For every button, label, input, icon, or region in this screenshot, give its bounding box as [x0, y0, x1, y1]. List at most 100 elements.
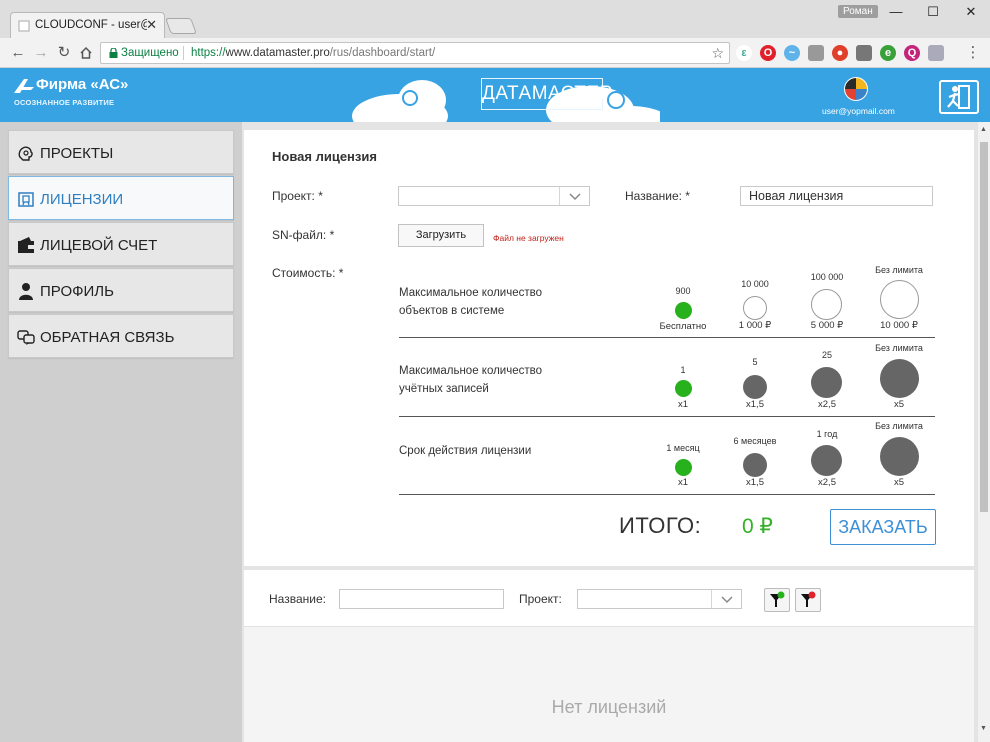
address-bar[interactable]: Защищено https://www.datamaster.pro/rus/…	[100, 42, 730, 64]
choice-duration-1-year[interactable]	[811, 445, 842, 476]
extension-box-icon[interactable]	[808, 45, 824, 61]
choice-bottom-label: Бесплатно	[659, 321, 707, 332]
url-text: https://www.datamaster.pro/rus/dashboard…	[191, 47, 435, 59]
choice-top-label: 25	[821, 350, 832, 360]
extension-camera-icon[interactable]	[856, 45, 872, 61]
project-label: Проект: *	[272, 189, 323, 203]
total-value: 0 ₽	[742, 515, 773, 538]
choice-accounts-25[interactable]	[811, 367, 842, 398]
back-icon[interactable]: ←	[9, 44, 27, 62]
forward-icon[interactable]: →	[32, 44, 50, 62]
reload-icon[interactable]: ↻	[55, 44, 73, 62]
name-input[interactable]: Новая лицензия	[740, 186, 933, 206]
extension-red-icon[interactable]: ●	[832, 45, 848, 61]
filter-reset-button[interactable]	[795, 588, 821, 612]
sidebar-item-feedback[interactable]: ОБРАТНАЯ СВЯЗЬ	[8, 314, 234, 358]
extension-edit-icon[interactable]	[928, 45, 944, 61]
filter-apply-button[interactable]	[764, 588, 790, 612]
choice-bottom-label: x2,5	[818, 477, 836, 488]
choice-objects-unlimited[interactable]	[880, 280, 919, 319]
extension-leaf-icon[interactable]: ε	[736, 45, 752, 61]
choice-objects-900[interactable]	[675, 302, 692, 319]
choice-bottom-label: x1	[677, 477, 689, 488]
cost-label: Стоимость: *	[272, 266, 344, 280]
product-logo[interactable]: ДАТАМАСТЕР	[481, 78, 612, 110]
option-objects-description: Максимальное количество объектов в систе…	[399, 284, 542, 320]
choice-duration-1-month[interactable]	[675, 459, 692, 476]
tab-close-icon[interactable]: ✕	[146, 17, 157, 33]
tab-title: CLOUDCONF - user@yop	[35, 19, 147, 31]
sidebar-item-profile[interactable]: ПРОФИЛЬ	[8, 268, 234, 312]
maximize-icon[interactable]: ☐	[924, 5, 942, 19]
exit-icon	[947, 85, 970, 109]
avatar[interactable]	[843, 76, 869, 102]
secure-label: Защищено	[121, 47, 179, 59]
divider	[399, 337, 935, 338]
extension-evernote-icon[interactable]: e	[880, 45, 896, 61]
scroll-up-icon[interactable]: ▲	[980, 126, 987, 133]
browser-titlebar: CLOUDCONF - user@yop ✕ Роман — ☐ ✕	[0, 0, 990, 38]
filter-reset-icon	[801, 591, 816, 607]
choice-accounts-1[interactable]	[675, 380, 692, 397]
choice-accounts-unlimited[interactable]	[880, 359, 919, 398]
chat-icon	[17, 330, 35, 345]
window-close-icon[interactable]: ✕	[962, 5, 980, 19]
choice-top-label: 10 000	[741, 279, 769, 289]
logout-button[interactable]	[939, 80, 979, 114]
choice-bottom-label: x1,5	[746, 399, 764, 410]
choice-top-label: Без лимита	[875, 265, 923, 275]
filter-project-select[interactable]	[577, 589, 742, 609]
page-scrollbar[interactable]: ▲ ▼	[977, 122, 990, 742]
new-tab-button[interactable]	[165, 18, 197, 34]
url-host: www.datamaster.pro	[225, 47, 330, 59]
choice-duration-unlimited[interactable]	[880, 437, 919, 476]
license-icon	[18, 192, 34, 207]
star-icon[interactable]: ☆	[711, 45, 724, 62]
sidebar: ПРОЕКТЫ ЛИЦЕНЗИИ ЛИЦЕВОЙ СЧЕТ ПРОФИЛЬ ОБ…	[0, 122, 242, 742]
choice-top-label: 1 месяц	[666, 443, 700, 453]
browser-toolbar: ← → ↻ Защищено https://www.datamaster.pr…	[0, 38, 990, 68]
sn-file-label: SN-файл: *	[272, 228, 335, 242]
divider	[399, 416, 935, 417]
company-name[interactable]: Фирма «АС»	[36, 76, 128, 93]
order-button[interactable]: ЗАКАЗАТЬ	[830, 509, 936, 545]
home-icon[interactable]	[77, 44, 95, 62]
choice-bottom-label: x1	[677, 399, 689, 410]
browser-tab[interactable]: CLOUDCONF - user@yop ✕	[10, 12, 165, 38]
choice-duration-6-months[interactable]	[743, 453, 767, 477]
option-desc-line: Максимальное количество	[399, 287, 542, 299]
chevron-down-icon	[711, 590, 741, 608]
menu-icon[interactable]: ⋮	[964, 44, 982, 62]
minimize-icon[interactable]: —	[887, 5, 905, 19]
app-header: Фирма «АС» ОСОЗНАННОЕ РАЗВИТИЕ ДАТАМАСТЕ…	[0, 68, 990, 122]
scroll-thumb[interactable]	[980, 142, 988, 512]
user-icon	[19, 283, 33, 300]
choice-objects-10000[interactable]	[743, 296, 767, 320]
extension-opera-icon[interactable]: O	[760, 45, 776, 61]
user-email[interactable]: user@yopmail.com	[822, 106, 895, 116]
lock-icon	[109, 48, 118, 58]
choice-bottom-label: 1 000 ₽	[738, 320, 772, 331]
sidebar-item-label: ОБРАТНАЯ СВЯЗЬ	[40, 329, 175, 346]
upload-button[interactable]: Загрузить	[398, 224, 484, 247]
choice-accounts-5[interactable]	[743, 375, 767, 399]
sidebar-item-account[interactable]: ЛИЦЕВОЙ СЧЕТ	[8, 222, 234, 266]
filter-name-label: Название:	[269, 592, 326, 606]
project-select[interactable]	[398, 186, 590, 206]
extension-q-icon[interactable]: Q	[904, 45, 920, 61]
sidebar-item-licenses[interactable]: ЛИЦЕНЗИИ	[8, 176, 234, 220]
divider	[399, 494, 935, 495]
extension-bird-icon[interactable]: ~	[784, 45, 800, 61]
option-desc-line: Срок действия лицензии	[399, 445, 532, 457]
scroll-down-icon[interactable]: ▼	[980, 725, 987, 732]
option-desc-line: Максимальное количество	[399, 365, 542, 377]
sidebar-item-label: ПРОФИЛЬ	[40, 283, 114, 300]
choice-objects-100000[interactable]	[811, 289, 842, 320]
browser-profile-name[interactable]: Роман	[838, 5, 878, 18]
sidebar-item-projects[interactable]: ПРОЕКТЫ	[8, 130, 234, 174]
choice-top-label: 6 месяцев	[733, 436, 777, 446]
name-label: Название: *	[625, 189, 690, 203]
brain-icon	[18, 146, 33, 161]
filter-name-input[interactable]	[339, 589, 504, 609]
choice-bottom-label: x5	[893, 399, 905, 410]
